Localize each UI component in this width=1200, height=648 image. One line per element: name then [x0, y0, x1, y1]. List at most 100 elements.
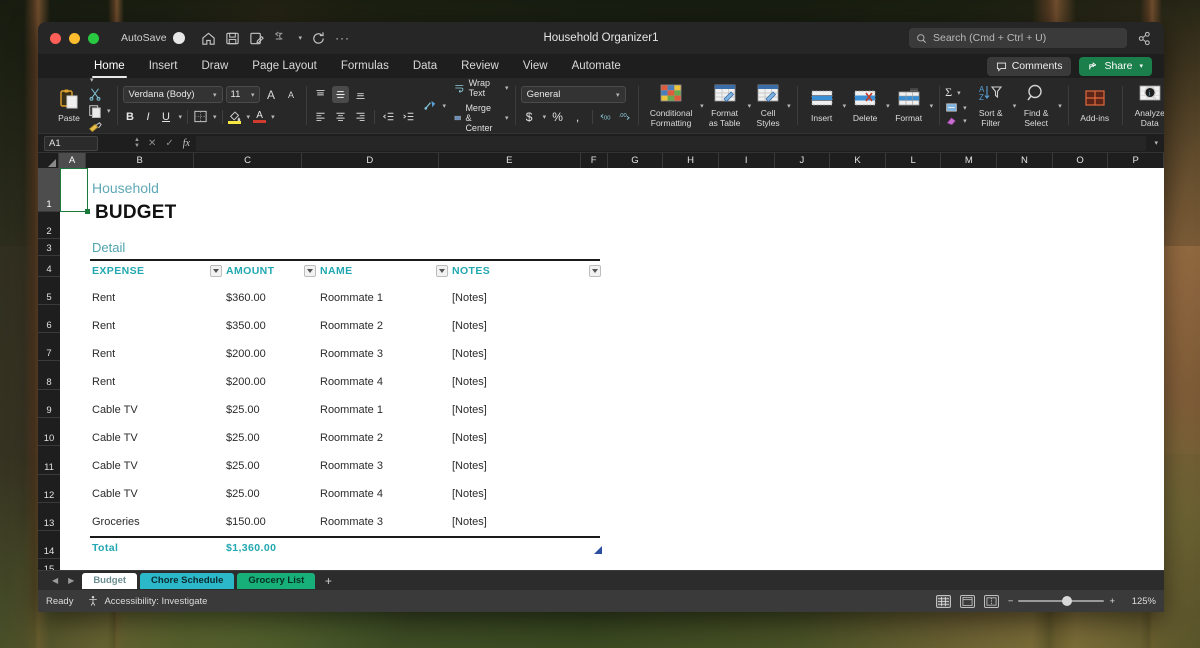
- column-header-L[interactable]: L: [886, 153, 942, 168]
- tab-automate[interactable]: Automate: [560, 54, 633, 78]
- column-header-I[interactable]: I: [719, 153, 775, 168]
- tab-home[interactable]: Home: [82, 54, 137, 78]
- confirm-icon[interactable]: ✓: [165, 138, 173, 149]
- cell-B2-title-big[interactable]: BUDGET: [95, 202, 176, 224]
- row-header-6[interactable]: 6: [38, 305, 60, 333]
- cell-amount-r5[interactable]: $360.00: [226, 292, 266, 304]
- cell-expense-r11[interactable]: Cable TV: [92, 460, 138, 472]
- underline-button[interactable]: U: [159, 108, 174, 125]
- column-header-A[interactable]: A: [59, 153, 86, 168]
- font-size-input[interactable]: 11 ▾: [226, 86, 260, 103]
- sheet-tab-chore-schedule[interactable]: Chore Schedule: [140, 573, 234, 589]
- tab-review[interactable]: Review: [449, 54, 511, 78]
- clear-dropdown-icon[interactable]: ▾: [963, 117, 967, 125]
- more-icon[interactable]: ···: [335, 31, 350, 45]
- table-header-notes[interactable]: NOTES: [452, 263, 490, 279]
- chevron-down-icon[interactable]: ▾: [251, 91, 255, 99]
- cell-B3-section[interactable]: Detail: [92, 240, 125, 255]
- cell-amount-r6[interactable]: $350.00: [226, 320, 266, 332]
- align-center-button[interactable]: [332, 108, 349, 125]
- spin-up-icon[interactable]: ▲: [134, 138, 140, 143]
- fill-icon[interactable]: [945, 102, 958, 113]
- italic-button[interactable]: I: [141, 108, 156, 125]
- paste-button[interactable]: Paste: [50, 88, 88, 123]
- borders-icon[interactable]: [193, 109, 208, 124]
- column-header-O[interactable]: O: [1053, 153, 1109, 168]
- insert-cells-button[interactable]: Insert: [803, 88, 841, 123]
- align-middle-button[interactable]: [332, 86, 349, 103]
- cell-amount-r10[interactable]: $25.00: [226, 432, 260, 444]
- share-button[interactable]: Share ▾: [1079, 57, 1152, 76]
- cell-notes-r10[interactable]: [Notes]: [452, 432, 487, 444]
- zoom-slider[interactable]: − +: [1008, 596, 1115, 607]
- cell-expense-r12[interactable]: Cable TV: [92, 488, 138, 500]
- column-header-H[interactable]: H: [663, 153, 719, 168]
- increase-font-size-button[interactable]: A: [263, 86, 280, 103]
- insert-function-icon[interactable]: fx: [183, 138, 190, 149]
- zoom-level-label[interactable]: 125%: [1124, 596, 1156, 607]
- increase-decimal-icon[interactable]: .00: [599, 110, 614, 124]
- cell-expense-r6[interactable]: Rent: [92, 320, 115, 332]
- normal-view-button[interactable]: [936, 595, 951, 608]
- cell-notes-r5[interactable]: [Notes]: [452, 292, 487, 304]
- column-header-E[interactable]: E: [439, 153, 581, 168]
- name-box[interactable]: A1: [44, 136, 98, 151]
- zoom-knob[interactable]: [1062, 596, 1072, 606]
- chevron-down-icon[interactable]: ▾: [616, 91, 620, 99]
- delete-cells-button[interactable]: Delete: [846, 88, 884, 123]
- tab-view[interactable]: View: [511, 54, 560, 78]
- share-connection-icon[interactable]: [1137, 31, 1152, 46]
- align-top-button[interactable]: [312, 86, 329, 103]
- font-color-button[interactable]: A: [253, 111, 266, 123]
- row-header-9[interactable]: 9: [38, 390, 60, 418]
- percent-button[interactable]: %: [549, 108, 566, 125]
- cell-amount-r9[interactable]: $25.00: [226, 404, 260, 416]
- fill-dropdown-icon[interactable]: ▾: [963, 104, 967, 112]
- search-input[interactable]: Search (Cmd + Ctrl + U): [909, 28, 1127, 48]
- zoom-in-button[interactable]: +: [1109, 596, 1115, 607]
- close-button[interactable]: [50, 33, 61, 44]
- column-header-G[interactable]: G: [608, 153, 664, 168]
- sort-filter-button[interactable]: A Z Sort & Filter: [971, 83, 1011, 128]
- filter-button-amount[interactable]: [304, 265, 316, 277]
- column-header-D[interactable]: D: [302, 153, 439, 168]
- table-header-amount[interactable]: AMOUNT: [226, 263, 274, 279]
- autosum-icon[interactable]: Σ: [945, 85, 952, 100]
- paste-dropdown-icon[interactable]: ▾: [90, 76, 111, 84]
- format-as-table-button[interactable]: Format as Table: [704, 83, 746, 128]
- row-header-7[interactable]: 7: [38, 333, 60, 361]
- row-header-4[interactable]: 4: [38, 256, 60, 277]
- cell-expense-r10[interactable]: Cable TV: [92, 432, 138, 444]
- tab-draw[interactable]: Draw: [189, 54, 240, 78]
- font-color-dropdown-icon[interactable]: ▾: [271, 113, 275, 121]
- cell-amount-r7[interactable]: $200.00: [226, 348, 266, 360]
- chevron-down-icon[interactable]: ▾: [213, 91, 217, 99]
- column-header-J[interactable]: J: [775, 153, 831, 168]
- clear-icon[interactable]: [945, 115, 958, 126]
- analyze-data-button[interactable]: i Analyze Data: [1128, 83, 1164, 128]
- format-dropdown-icon[interactable]: ▾: [930, 102, 934, 110]
- fill-color-dropdown-icon[interactable]: ▾: [247, 113, 251, 121]
- align-right-button[interactable]: [352, 108, 369, 125]
- cell-total-label[interactable]: Total: [92, 540, 118, 556]
- orientation-dropdown-icon[interactable]: ▾: [443, 102, 447, 110]
- page-break-view-button[interactable]: [984, 595, 999, 608]
- cell-name-r8[interactable]: Roommate 4: [320, 376, 383, 388]
- prev-sheet-icon[interactable]: ◀: [52, 576, 58, 585]
- row-header-10[interactable]: 10: [38, 418, 60, 446]
- cell-notes-r7[interactable]: [Notes]: [452, 348, 487, 360]
- cell-expense-r8[interactable]: Rent: [92, 376, 115, 388]
- row-header-13[interactable]: 13: [38, 503, 60, 531]
- conditional-formatting-button[interactable]: Conditional Formatting: [644, 83, 698, 128]
- fill-color-button[interactable]: [228, 110, 242, 124]
- save-icon[interactable]: [225, 31, 240, 46]
- table-header-expense[interactable]: EXPENSE: [92, 263, 144, 279]
- cell-amount-r8[interactable]: $200.00: [226, 376, 266, 388]
- quick-access-toolbar[interactable]: ▾ ···: [201, 31, 351, 46]
- zoom-out-button[interactable]: −: [1008, 596, 1014, 607]
- row-header-3[interactable]: 3: [38, 239, 60, 256]
- window-controls[interactable]: [38, 33, 99, 44]
- sheet-tab-grocery-list[interactable]: Grocery List: [237, 573, 315, 589]
- sheet-nav-arrows[interactable]: ◀ ▶: [44, 576, 82, 585]
- cell-name-r13[interactable]: Roommate 3: [320, 516, 383, 528]
